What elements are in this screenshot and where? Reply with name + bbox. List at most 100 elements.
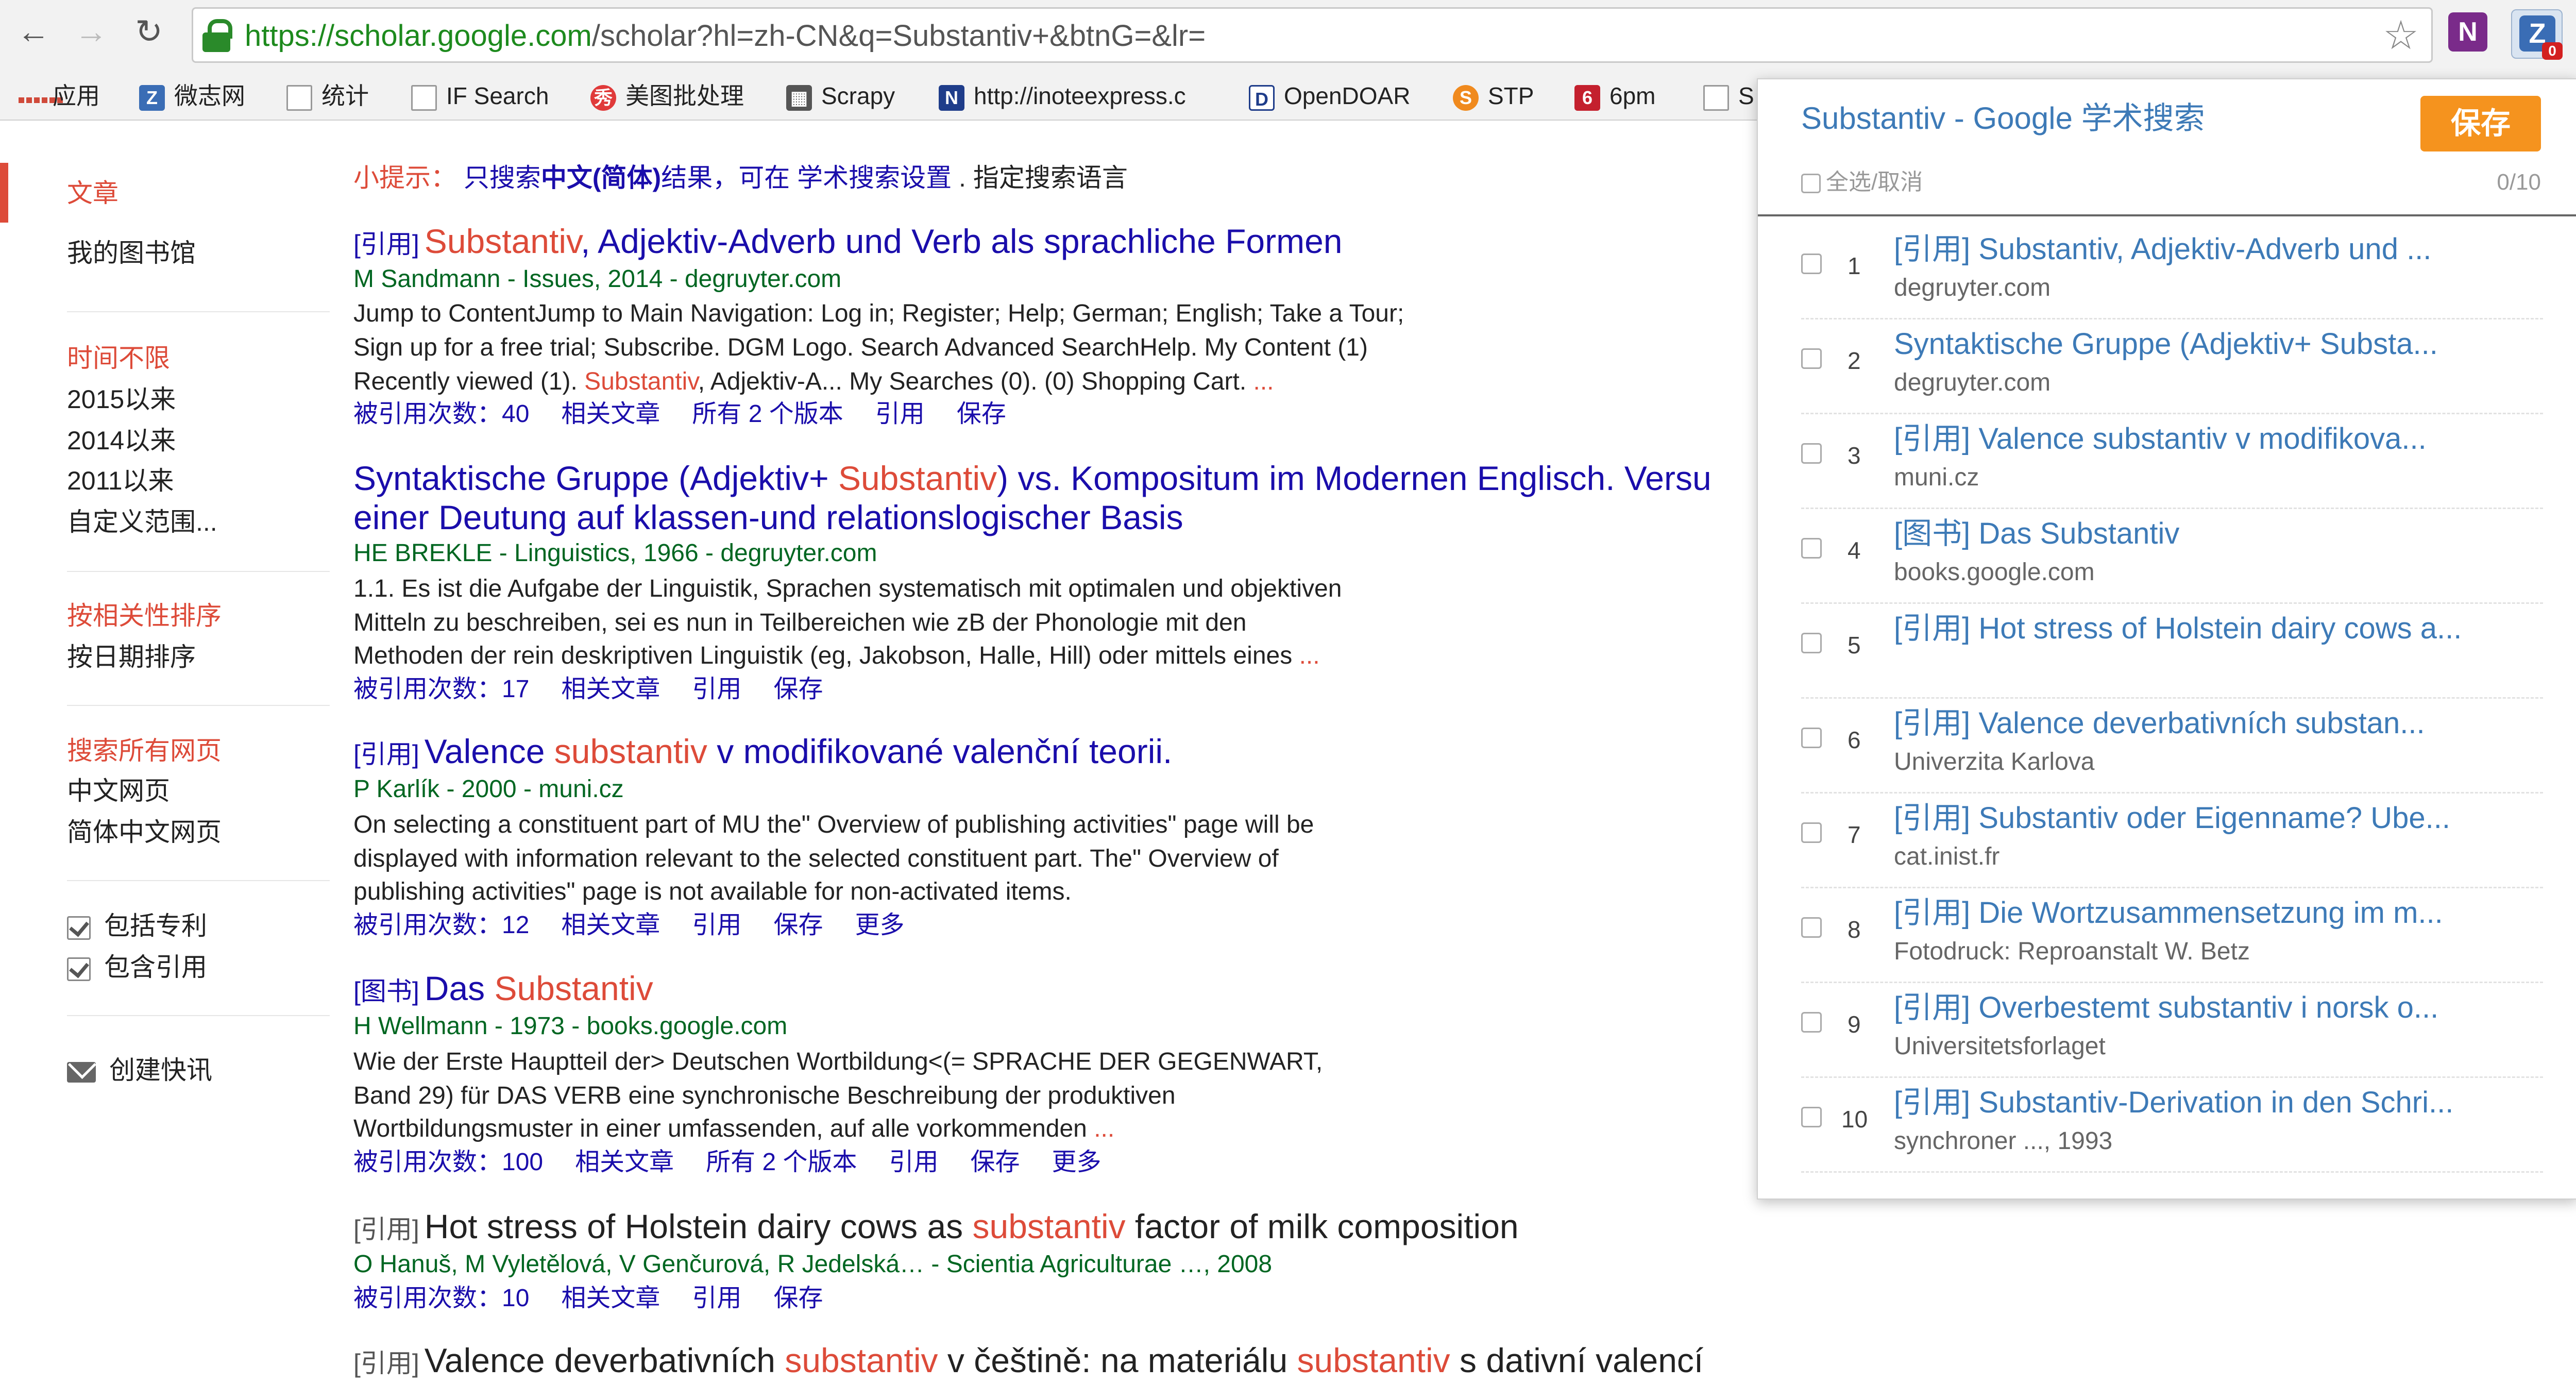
sidebar-articles[interactable]: 文章 [67,175,118,211]
item-checkbox[interactable] [1801,822,1822,843]
all-versions-link[interactable]: 所有 2 个版本 [692,400,843,428]
result-title[interactable]: [引用] Hot stress of Holstein dairy cows as… [353,1206,1519,1250]
item-title[interactable]: [引用] Substantiv-Derivation in den Schri.… [1894,1082,2453,1123]
related-articles-link[interactable]: 相关文章 [575,1149,674,1176]
sidebar-since-2014[interactable]: 2014以来 [67,423,176,459]
cite-link[interactable]: 引用 [692,676,741,703]
bookmark-tongji[interactable]: 统计 [286,79,369,112]
cited-by-link[interactable]: 被引用次数：12 [353,912,529,939]
sidebar-sort-relevance[interactable]: 按相关性排序 [67,598,222,634]
popup-list-item[interactable]: 2 Syntaktische Gruppe (Adjektiv+ Substa..… [1801,319,2543,414]
checkmark-icon[interactable] [67,957,91,981]
popup-list-item[interactable]: 3 [引用] Valence substantiv v modifikova...… [1801,414,2543,509]
forward-arrow-icon[interactable]: → [71,11,111,52]
item-title[interactable]: [引用] Overbestemt substantiv i norsk o... [1894,987,2438,1028]
popup-list-item[interactable]: 8 [引用] Die Wortzusammensetzung im m... Fot… [1801,888,2543,983]
bookmark-scrapy[interactable]: ▦ Scrapy [786,79,895,112]
bookmark-meitu[interactable]: 秀美图批处理 [590,79,744,112]
sidebar-chinese-pages[interactable]: 中文网页 [67,773,170,809]
result-title[interactable]: [引用] Substantiv, Adjektiv-Adverb und Verb… [353,221,1343,265]
sidebar-since-2015[interactable]: 2015以来 [67,381,176,417]
include-patents-option[interactable]: 包括专利 [67,908,207,944]
popup-list-item[interactable]: 7 [引用] Substantiv oder Eigenname? Ube... c… [1801,794,2543,888]
sidebar-my-library[interactable]: 我的图书馆 [67,235,196,271]
bookmark-noteexpress[interactable]: Nhttp://inoteexpress.c [939,79,1217,112]
popup-list-item[interactable]: 10 [引用] Substantiv-Derivation in den Schr… [1801,1078,2543,1173]
item-checkbox[interactable] [1801,728,1822,748]
sidebar-search-all[interactable]: 搜索所有网页 [67,733,222,769]
select-all-toggle[interactable]: 全选/取消 [1801,167,1923,198]
related-articles-link[interactable]: 相关文章 [561,1285,660,1312]
popup-list-item[interactable]: 1 [引用] Substantiv, Adjektiv-Adverb und ..… [1801,225,2543,319]
sidebar-since-2011[interactable]: 2011以来 [67,463,174,499]
checkmark-icon[interactable] [67,916,91,940]
item-title[interactable]: [引用] Valence substantiv v modifikova... [1894,418,2427,460]
result-title[interactable]: [引用] Valence deverbativních substantiv v … [353,1340,1703,1384]
result-title[interactable]: Syntaktische Gruppe (Adjektiv+ Substanti… [353,458,1756,499]
address-bar[interactable]: https://scholar.google.com/scholar?hl=zh… [192,7,2433,63]
cited-by-link[interactable]: 被引用次数：100 [353,1149,543,1176]
popup-list-item[interactable]: 6 [引用] Valence deverbativních substan... U… [1801,699,2543,794]
related-articles-link[interactable]: 相关文章 [561,676,660,703]
bookmark-6pm[interactable]: 6 6pm [1574,79,1655,112]
cite-link[interactable]: 引用 [875,400,925,428]
sidebar-simplified-pages[interactable]: 简体中文网页 [67,814,222,850]
item-checkbox[interactable] [1801,443,1822,464]
more-link[interactable]: 更多 [1052,1149,1101,1176]
sidebar-time-any[interactable]: 时间不限 [67,340,170,376]
popup-save-button[interactable]: 保存 [2420,96,2541,151]
cited-by-link[interactable]: 被引用次数：10 [353,1285,529,1312]
result-title[interactable]: [图书] Das Substantiv [353,968,653,1012]
related-articles-link[interactable]: 相关文章 [561,912,660,939]
scholar-settings-link[interactable]: 学术搜索设置 [797,163,952,192]
item-checkbox[interactable] [1801,538,1822,559]
save-link[interactable]: 保存 [971,1149,1020,1176]
sidebar-sort-date[interactable]: 按日期排序 [67,639,196,675]
result-title-line2[interactable]: einer Deutung auf klassen-und relationsl… [353,497,1183,538]
bookmark-weizhi[interactable]: Z 微志网 [139,79,245,112]
item-checkbox[interactable] [1801,254,1822,274]
cite-link[interactable]: 引用 [889,1149,938,1176]
create-alert-link[interactable]: 创建快讯 [67,1052,212,1088]
item-checkbox[interactable] [1801,1107,1822,1127]
bookmark-stp[interactable]: S STP [1453,79,1534,112]
bookmark-apps[interactable]: 应用 [18,79,100,112]
item-title[interactable]: [引用] Substantiv, Adjektiv-Adverb und ... [1894,229,2431,270]
popup-list-item[interactable]: 5 [引用] Hot stress of Holstein dairy cows … [1801,604,2543,699]
back-arrow-icon[interactable]: ← [13,11,54,52]
reload-icon[interactable]: ↻ [129,11,169,52]
cited-by-link[interactable]: 被引用次数：40 [353,400,529,428]
tip-chinese-link[interactable]: 只搜索中文(简体)结果，可在 [464,163,790,192]
all-versions-link[interactable]: 所有 2 个版本 [706,1149,857,1176]
item-checkbox[interactable] [1801,633,1822,653]
more-link[interactable]: 更多 [855,912,904,939]
popup-list-item[interactable]: 4 [图书] Das Substantiv books.google.com [1801,509,2543,604]
save-link[interactable]: 保存 [773,1285,823,1312]
bookmark-star-icon[interactable]: ☆ [2383,12,2419,59]
item-title[interactable]: [引用] Valence deverbativních substan... [1894,703,2425,744]
item-title[interactable]: [引用] Substantiv oder Eigenname? Ube... [1894,798,2450,839]
cited-by-link[interactable]: 被引用次数：17 [353,676,529,703]
bookmark-s[interactable]: S [1703,79,1754,112]
item-title[interactable]: [引用] Die Wortzusammensetzung im m... [1894,892,2443,934]
save-link[interactable]: 保存 [773,912,823,939]
save-link[interactable]: 保存 [773,676,823,703]
z-extension-button[interactable]: Z 0 [2511,9,2563,60]
popup-list-item[interactable]: 9 [引用] Overbestemt substantiv i norsk o..… [1801,983,2543,1078]
cite-link[interactable]: 引用 [692,912,741,939]
related-articles-link[interactable]: 相关文章 [561,400,660,428]
item-title[interactable]: [图书] Das Substantiv [1894,513,2179,554]
item-checkbox[interactable] [1801,917,1822,938]
checkbox[interactable] [1801,174,1821,194]
sidebar-custom-range[interactable]: 自定义范围... [67,504,217,540]
item-title[interactable]: [引用] Hot stress of Holstein dairy cows a… [1894,608,2462,649]
item-title[interactable]: Syntaktische Gruppe (Adjektiv+ Substa... [1894,324,2438,365]
bookmark-opendoar[interactable]: D OpenDOAR [1249,79,1410,112]
include-citations-option[interactable]: 包含引用 [67,949,207,985]
onenote-extension-icon[interactable]: N [2448,12,2487,52]
item-checkbox[interactable] [1801,348,1822,369]
item-checkbox[interactable] [1801,1012,1822,1033]
save-link[interactable]: 保存 [957,400,1006,428]
cite-link[interactable]: 引用 [692,1285,741,1312]
result-title[interactable]: [引用] Valence substantiv v modifikované va… [353,731,1172,775]
